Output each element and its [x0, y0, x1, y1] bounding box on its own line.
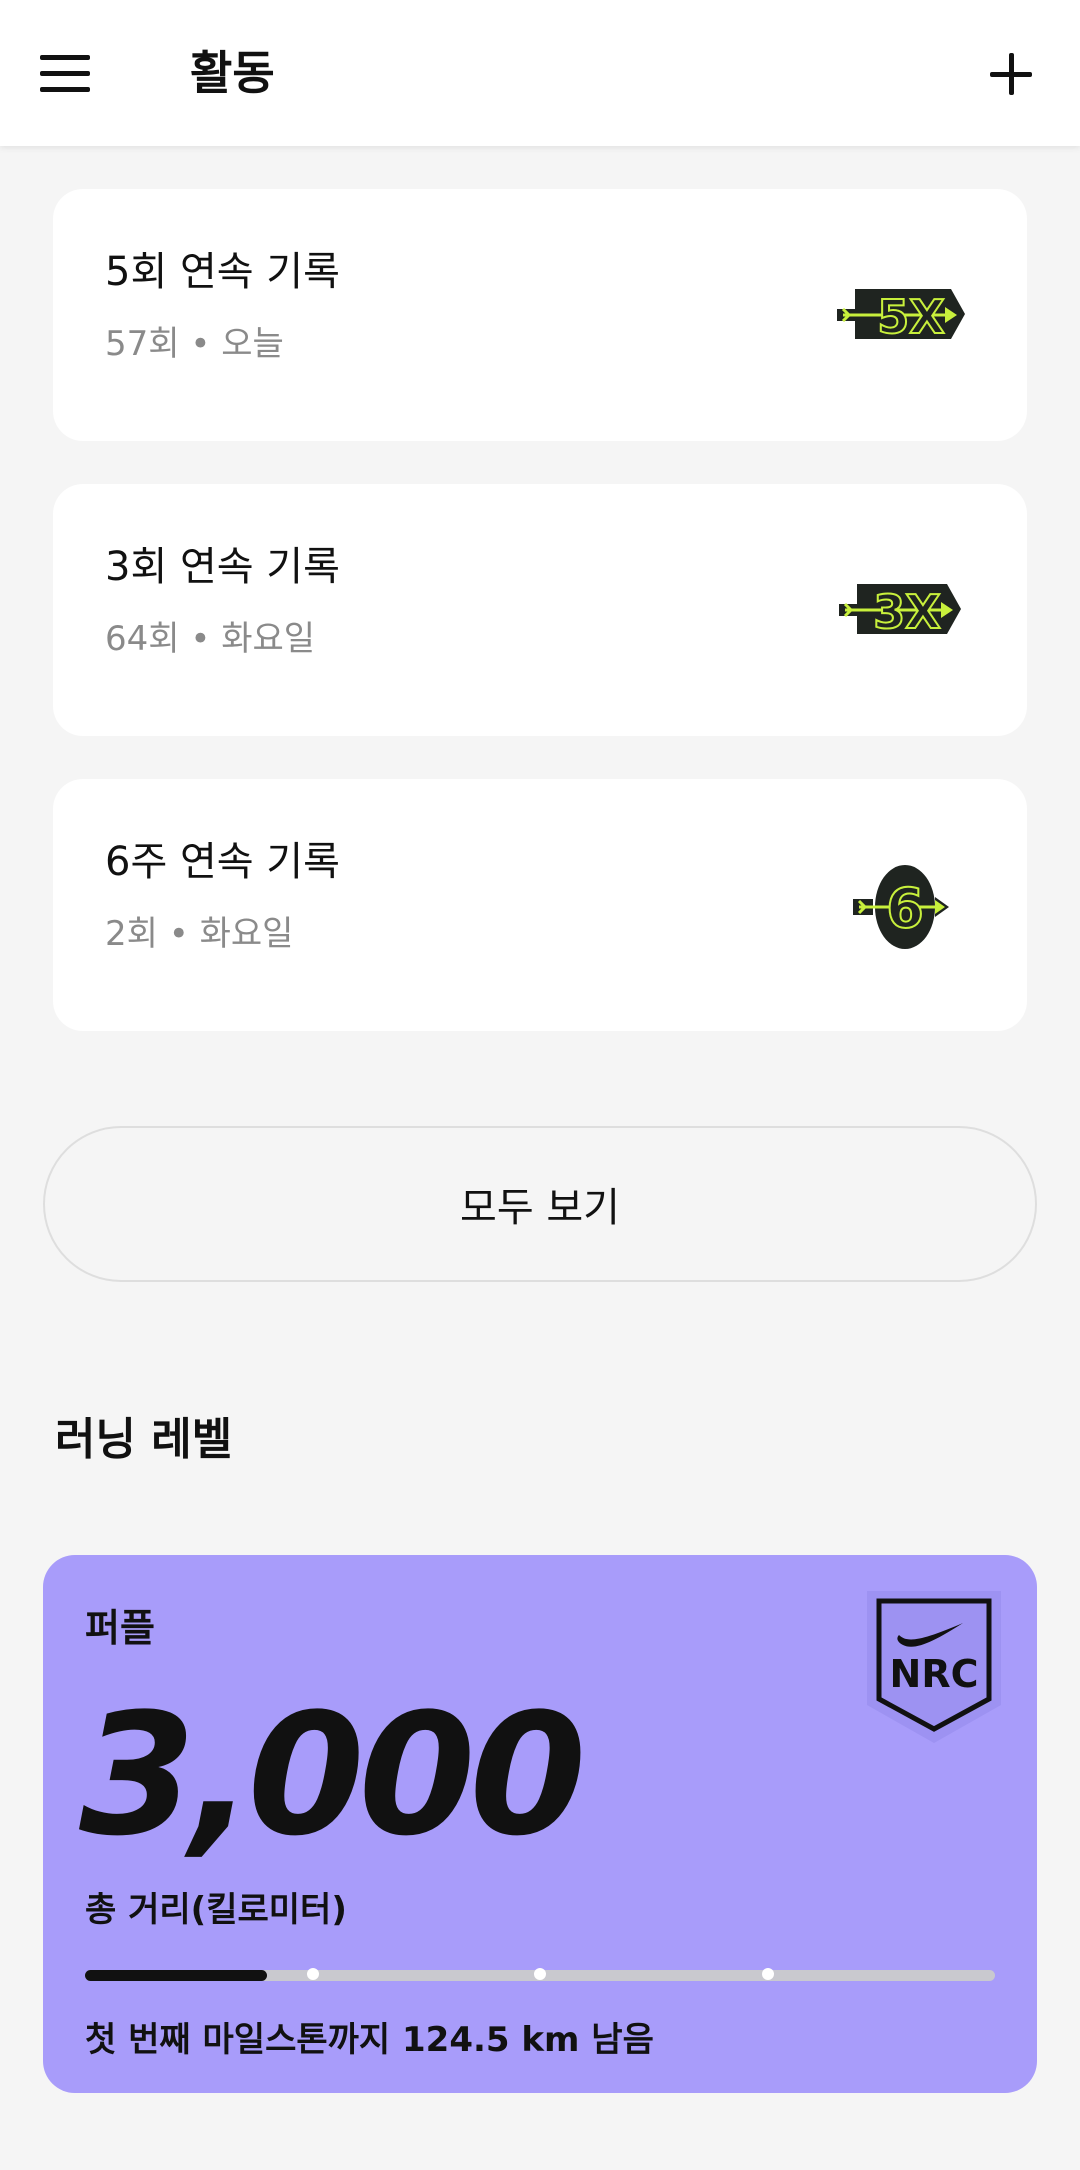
level-progress-bar — [85, 1968, 995, 1981]
app-bar: 활동 — [0, 0, 1080, 146]
milestone-remaining-text: 첫 번째 마일스톤까지 124.5 km 남음 — [85, 2020, 654, 2060]
page-title: 활동 — [190, 46, 275, 100]
badge-text: 5X — [877, 290, 944, 344]
section-title-running-level: 러닝 레벨 — [55, 1414, 233, 1465]
streak-subtitle: 2회 • 화요일 — [105, 914, 294, 954]
milestone-dot — [534, 1968, 546, 1980]
streak-title: 6주 연속 기록 — [105, 839, 340, 885]
nrc-badge-text: NRC — [890, 1652, 979, 1696]
streak-card-6[interactable]: 6주 연속 기록 2회 • 화요일 6 — [53, 779, 1027, 1031]
level-distance-value: 3,000 — [79, 1677, 586, 1873]
streak-card-3x[interactable]: 3회 연속 기록 64회 • 화요일 3X — [53, 484, 1027, 736]
streak-subtitle: 57회 • 오늘 — [105, 324, 284, 364]
streak-5x-badge-icon: 5X — [837, 289, 965, 345]
streak-title: 3회 연속 기록 — [105, 544, 340, 590]
streak-6-badge-icon: 6 — [853, 865, 949, 949]
streak-3x-badge-icon: 3X — [839, 584, 961, 640]
level-unit-label: 총 거리(킬로미터) — [85, 1890, 347, 1930]
badge-text: 3X — [873, 585, 940, 639]
streak-card-5x[interactable]: 5회 연속 기록 57회 • 오늘 5X — [53, 189, 1027, 441]
see-all-button[interactable]: 모두 보기 — [43, 1126, 1037, 1282]
milestone-dot — [761, 1968, 774, 1980]
badge-text: 6 — [886, 877, 924, 940]
streak-subtitle: 64회 • 화요일 — [105, 619, 316, 659]
plus-icon[interactable] — [984, 46, 1040, 102]
nrc-badge-icon: NRC — [867, 1591, 1001, 1743]
milestone-dot — [306, 1968, 319, 1980]
streak-title: 5회 연속 기록 — [105, 249, 340, 295]
running-level-card[interactable]: 퍼플 3,000 총 거리(킬로미터) 첫 번째 마일스톤까지 124.5 km… — [43, 1555, 1037, 2093]
hamburger-menu-icon[interactable] — [40, 42, 106, 104]
level-progress-fill — [85, 1970, 267, 1981]
level-name: 퍼플 — [85, 1606, 155, 1650]
